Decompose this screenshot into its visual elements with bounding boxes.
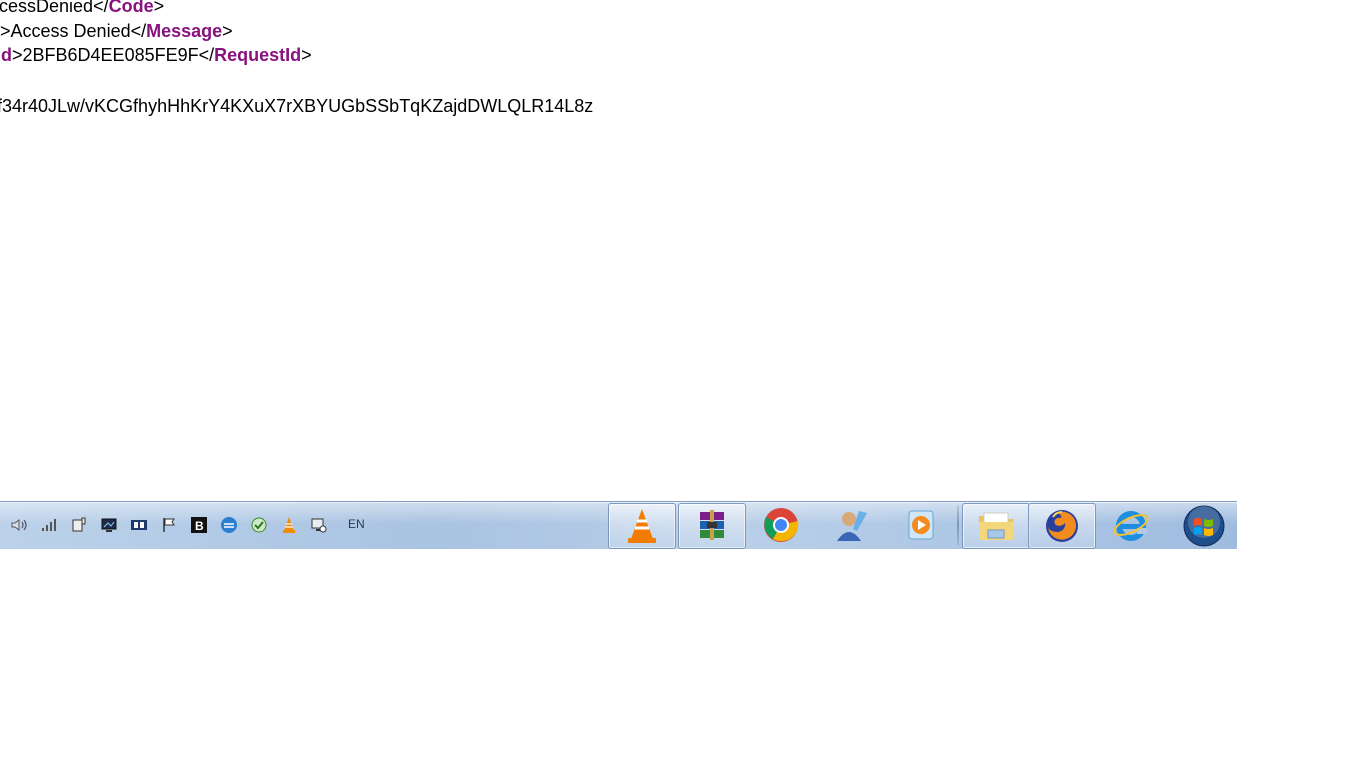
b-app-icon[interactable]: B xyxy=(190,516,208,534)
device-icon[interactable] xyxy=(70,516,88,534)
code-value: ccessDenied xyxy=(0,0,94,16)
xml-line-hostid: f34r40JLw/vKCGfhyhHhKrY4KXuX7rXBYUGbSSbT… xyxy=(0,94,593,118)
taskbar-chrome[interactable] xyxy=(748,503,814,547)
ie-icon xyxy=(1113,511,1149,541)
display-settings-icon[interactable] xyxy=(310,516,328,534)
xml-line-requestid: tId>2BFB6D4EE085FE9F</RequestId> xyxy=(0,43,312,67)
user-app-icon xyxy=(837,511,867,541)
taskbar: B EN xyxy=(0,501,1237,549)
taskbar-firefox[interactable] xyxy=(1028,503,1096,549)
action-center-flag-icon[interactable] xyxy=(160,516,178,534)
taskbar-user-app[interactable] xyxy=(818,503,884,547)
svg-text:B: B xyxy=(195,519,204,533)
language-indicator[interactable]: EN xyxy=(348,517,365,531)
taskbar-internet-explorer[interactable] xyxy=(1098,503,1164,547)
start-button[interactable] xyxy=(1180,503,1228,549)
taskbar-explorer[interactable] xyxy=(962,503,1030,549)
taskbar-vlc[interactable] xyxy=(608,503,676,549)
xml-line-code: ccessDenied</Code> xyxy=(0,0,164,18)
requestid-open-tag: tId xyxy=(0,45,12,65)
winrar-icon xyxy=(700,510,724,540)
taskbar-media-player[interactable] xyxy=(888,503,954,547)
firefox-icon xyxy=(1046,510,1078,542)
xml-line-end: - xyxy=(0,118,1,140)
folder-icon xyxy=(979,512,1013,540)
vlc-tray-icon[interactable] xyxy=(280,516,298,534)
system-tray: B EN xyxy=(0,502,380,549)
media-player-icon xyxy=(908,510,934,540)
update-shield-icon[interactable] xyxy=(250,516,268,534)
message-close-tag: Message xyxy=(146,21,223,41)
end-fragment: - xyxy=(0,122,1,138)
monitor-icon[interactable] xyxy=(100,516,118,534)
dolby-icon[interactable] xyxy=(130,516,148,534)
sync-icon[interactable] xyxy=(220,516,238,534)
requestid-close-tag: RequestId xyxy=(214,45,302,65)
message-value: Access Denied xyxy=(10,21,131,41)
taskbar-separator xyxy=(957,505,959,545)
network-signal-icon[interactable] xyxy=(40,516,58,534)
chrome-icon xyxy=(764,508,799,542)
taskbar-winrar[interactable] xyxy=(678,503,746,549)
hostid-value: f34r40JLw/vKCGfhyhHhKrY4KXuX7rXBYUGbSSbT… xyxy=(0,96,594,116)
code-close-tag: Code xyxy=(108,0,154,16)
xml-viewer: ccessDenied</Code> e>Access Denied</Mess… xyxy=(0,0,1366,140)
xml-line-message: e>Access Denied</Message> xyxy=(0,19,233,43)
requestid-value: 2BFB6D4EE085FE9F xyxy=(22,45,199,65)
windows-start-icon xyxy=(1183,505,1225,547)
volume-icon[interactable] xyxy=(10,516,28,534)
vlc-icon xyxy=(628,509,656,543)
